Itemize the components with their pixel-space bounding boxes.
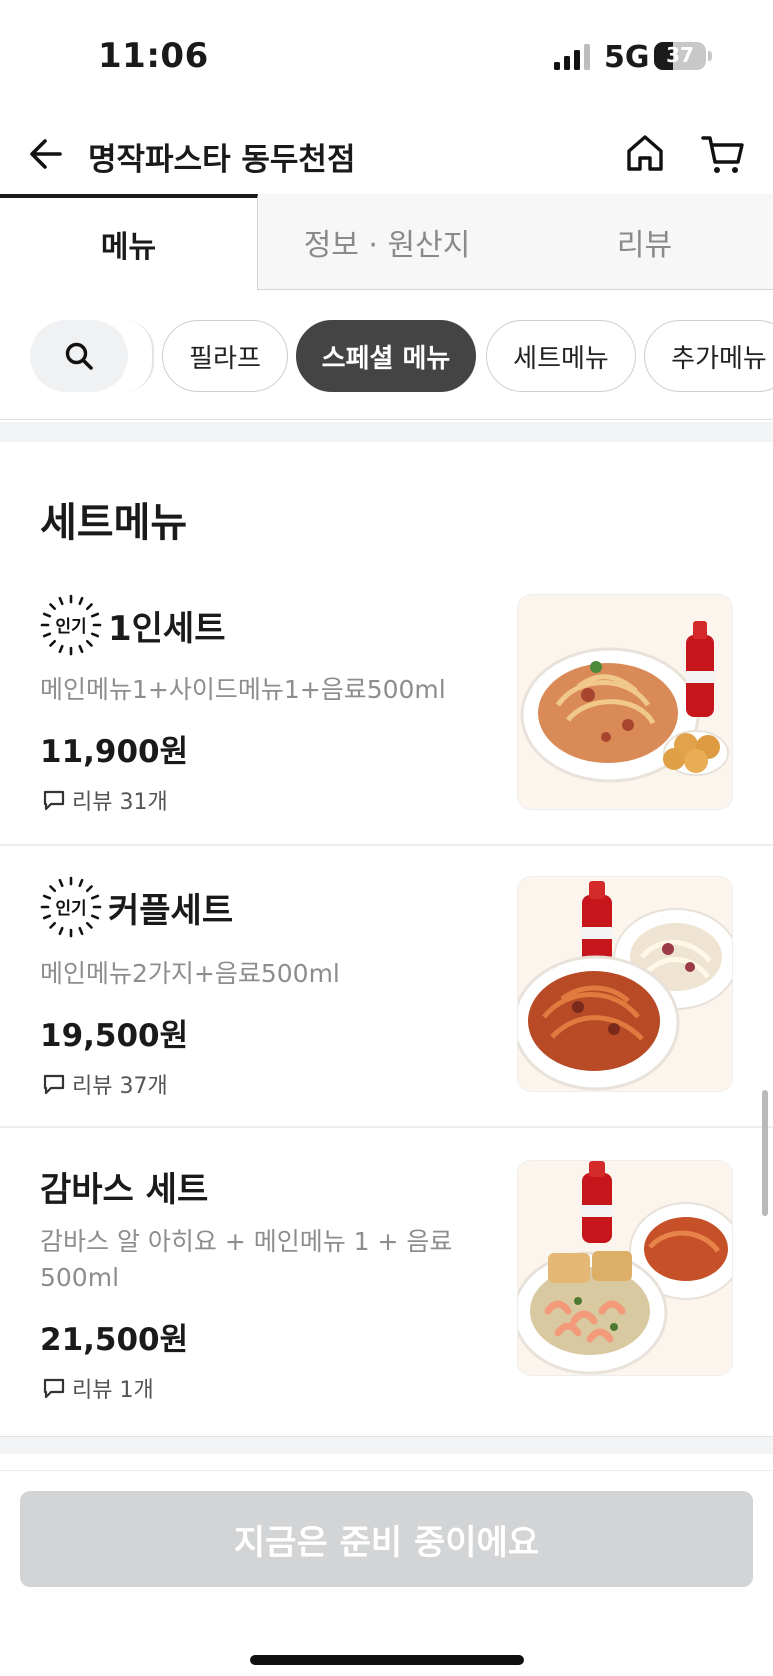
app-header: 명작파스타 동두천점 [0, 112, 773, 194]
badge-ray [58, 644, 64, 654]
badge-ray [49, 603, 57, 611]
item-image [517, 876, 733, 1092]
badge-ray [58, 596, 64, 606]
comment-icon [43, 1378, 65, 1399]
item-reviews: 리뷰 1개 [42, 1372, 154, 1404]
battery-icon: 37 [654, 42, 706, 70]
tab-reviews[interactable]: 리뷰 [516, 194, 773, 290]
chip-divider [124, 320, 154, 392]
badge-ray [90, 894, 100, 900]
search-button[interactable] [30, 320, 128, 392]
badge-ray [49, 639, 57, 647]
badge-ray [58, 878, 64, 888]
battery-percent: 37 [666, 43, 694, 67]
home-icon[interactable] [624, 132, 666, 174]
cart-icon[interactable] [700, 132, 746, 176]
status-time: 11:06 [98, 36, 209, 76]
badge-label: 인기 [55, 899, 86, 919]
item-description: 감바스 알 아히요 + 메인메뉴 1 + 음료 500ml [40, 1227, 453, 1292]
signal-icon [554, 44, 590, 70]
item-reviews: 리뷰 37개 [42, 1068, 168, 1100]
chip-pilaf[interactable]: 필라프 [162, 320, 288, 392]
badge-ray [49, 921, 57, 929]
tab-bar: 메뉴 정보 · 원산지 리뷰 [0, 194, 773, 290]
badge-ray [49, 885, 57, 893]
chip-extra-menu[interactable]: 추가메뉴 [644, 320, 773, 392]
section-separator [0, 1436, 773, 1454]
battery-tip [708, 51, 712, 61]
section-title: 세트메뉴 [40, 500, 188, 546]
item-description: 메인메뉴1+사이드메뉴1+음료500ml [40, 675, 446, 704]
chip-set-menu[interactable]: 세트메뉴 [486, 320, 636, 392]
page-title: 명작파스타 동두천점 [88, 142, 356, 178]
badge-ray [78, 596, 84, 606]
item-image [517, 594, 733, 810]
review-count: 리뷰 1개 [72, 1378, 154, 1403]
search-icon [65, 342, 93, 370]
badge-ray [85, 921, 93, 929]
item-image [517, 1160, 733, 1376]
badge-ray [90, 632, 100, 638]
item-reviews: 리뷰 31개 [42, 784, 168, 816]
badge-ray [90, 612, 100, 618]
badge-ray [42, 632, 52, 638]
item-description: 메인메뉴2가지+음료500ml [40, 959, 340, 988]
badge-ray [85, 885, 93, 893]
item-divider [0, 844, 773, 846]
review-count: 리뷰 37개 [72, 1074, 168, 1099]
chip-special-menu[interactable]: 스페셜 메뉴 [296, 320, 476, 392]
item-divider [0, 1126, 773, 1128]
item-price: 11,900원 [40, 734, 189, 770]
item-name-row: 감바스 세트 [40, 1162, 208, 1211]
popular-badge-icon: 인기 [40, 876, 102, 938]
scrollbar[interactable] [762, 1090, 768, 1216]
comment-icon [43, 1074, 65, 1095]
order-button-disabled[interactable]: 지금은 준비 중이에요 [20, 1491, 753, 1587]
badge-ray [90, 914, 100, 920]
item-price: 21,500원 [40, 1322, 189, 1358]
review-count: 리뷰 31개 [72, 790, 168, 815]
popular-badge-icon: 인기 [40, 594, 102, 656]
badge-ray [85, 639, 93, 647]
badge-label: 인기 [55, 617, 86, 637]
home-indicator [250, 1655, 524, 1665]
item-name-row: 인기 1인세트 [40, 594, 226, 656]
badge-ray [78, 926, 84, 936]
tab-info[interactable]: 정보 · 원산지 [258, 194, 516, 290]
category-chips: 필라프 스페셜 메뉴 세트메뉴 추가메뉴 [0, 290, 773, 420]
item-name: 1인세트 [108, 608, 226, 649]
badge-ray [78, 878, 84, 888]
badge-ray [85, 603, 93, 611]
bottom-bar: 지금은 준비 중이에요 [0, 1470, 773, 1676]
section-separator [0, 422, 773, 442]
badge-ray [42, 894, 52, 900]
tab-menu[interactable]: 메뉴 [0, 194, 258, 290]
badge-ray [58, 926, 64, 936]
item-price: 19,500원 [40, 1018, 189, 1054]
badge-ray [78, 644, 84, 654]
network-label: 5G [604, 40, 650, 75]
status-bar: 11:06 5G 37 [0, 0, 773, 112]
back-arrow-icon[interactable] [26, 134, 66, 174]
item-name-row: 인기 커플세트 [40, 876, 233, 938]
badge-ray [42, 914, 52, 920]
item-name: 감바스 세트 [40, 1170, 209, 1210]
comment-icon [43, 790, 65, 811]
item-name: 커플세트 [108, 890, 234, 931]
badge-ray [42, 612, 52, 618]
